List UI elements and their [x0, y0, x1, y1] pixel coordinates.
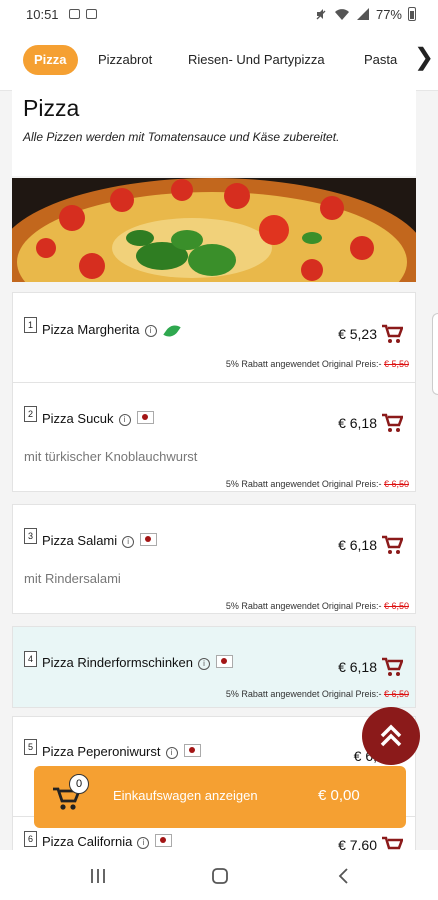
item-price: € 7,60 [338, 837, 377, 850]
item-name: Pizza California [42, 834, 133, 849]
menu-item-card[interactable]: 3 Pizza Salami i mit Rindersalami € 6,18 … [12, 504, 416, 614]
add-to-cart-icon[interactable] [381, 835, 403, 850]
view-cart-label: Einkaufswagen anzeigen [113, 788, 258, 803]
tab-pizzabrot[interactable]: Pizzabrot [98, 45, 152, 75]
item-name: Pizza Margherita [42, 322, 140, 337]
discount-note: 5% Rabatt angewendet Original Preis:- € … [226, 359, 409, 369]
status-right: 77% [314, 0, 416, 28]
info-icon[interactable]: i [198, 657, 211, 670]
category-image [12, 178, 416, 282]
item-title: Pizza Rinderformschinken i [42, 655, 234, 670]
flag-icon [216, 655, 234, 668]
notification-icons [68, 9, 97, 19]
item-name: Pizza Salami [42, 533, 118, 548]
status-bar: 10:51 77% [0, 0, 438, 28]
add-to-cart-icon[interactable] [381, 534, 403, 556]
menu-item-card[interactable]: 2 Pizza Sucuk i mit türkischer Knoblauchw… [12, 382, 416, 492]
item-title: Pizza Sucuk i [42, 411, 154, 426]
item-number: 3 [24, 528, 37, 544]
original-price: € 5,50 [383, 359, 409, 369]
tab-riesen-und-partypizza[interactable]: Riesen- Und Partypizza [188, 45, 325, 75]
item-title: Pizza Salami i [42, 533, 158, 548]
category-header: Pizza Alle Pizzen werden mit Tomatensauc… [12, 90, 416, 176]
info-icon[interactable]: i [165, 746, 178, 759]
item-title: Pizza Peperoniwurst i [42, 744, 201, 759]
battery-percent: 77% [375, 6, 402, 22]
flag-icon [155, 834, 173, 847]
chevron-right-icon[interactable]: ❯ [414, 42, 438, 76]
wifi-icon [334, 9, 349, 20]
discount-note: 5% Rabatt angewendet Original Preis:- € … [226, 479, 409, 489]
menu-item-card-selected[interactable]: 4 Pizza Rinderformschinken i € 6,18 5% Ra… [12, 626, 416, 708]
gallery-icon [68, 9, 80, 19]
info-icon[interactable]: i [137, 836, 150, 849]
info-icon[interactable]: i [118, 413, 131, 426]
cart-count-badge: 0 [69, 774, 89, 794]
item-description: mit türkischer Knoblauchwurst [24, 449, 198, 464]
youtube-icon [85, 9, 97, 19]
original-price: € 6,50 [383, 479, 409, 489]
battery-icon [408, 7, 416, 21]
system-navigation-bar [0, 850, 438, 900]
flag-icon [183, 744, 201, 757]
discount-note: 5% Rabatt angewendet Original Preis:- € … [226, 601, 409, 611]
info-icon[interactable]: i [122, 535, 135, 548]
mute-icon [316, 9, 326, 20]
tab-pizza[interactable]: Pizza [23, 45, 78, 75]
discount-text: 5% Rabatt angewendet Original Preis:- [225, 479, 382, 489]
item-number: 4 [24, 651, 37, 667]
status-time: 10:51 [26, 6, 59, 22]
item-number: 6 [24, 831, 37, 847]
original-price: € 6,50 [383, 689, 409, 699]
item-title: Pizza California i [42, 834, 173, 849]
info-icon[interactable]: i [144, 324, 157, 337]
item-price: € 6,18 [338, 659, 377, 675]
view-cart-button[interactable]: 0 Einkaufswagen anzeigen € 0,00 [34, 766, 406, 828]
item-description: mit Rindersalami [24, 571, 121, 586]
item-title: Pizza Margherita i [42, 321, 181, 340]
item-number: 2 [24, 406, 37, 422]
discount-note: 5% Rabatt angewendet Original Preis:- € … [226, 689, 409, 699]
add-to-cart-icon[interactable] [381, 412, 403, 434]
item-price: € 6,18 [338, 537, 377, 553]
flag-icon [140, 533, 158, 546]
original-price: € 6,50 [383, 601, 409, 611]
discount-text: 5% Rabatt angewendet Original Preis:- [225, 689, 382, 699]
side-drawer-handle[interactable] [432, 313, 438, 395]
vegetarian-leaf-icon [162, 321, 181, 340]
category-title: Pizza [23, 95, 80, 121]
item-number: 1 [24, 317, 37, 333]
item-name: Pizza Sucuk [42, 411, 114, 426]
item-price: € 5,23 [338, 326, 377, 342]
item-name: Pizza Peperoniwurst [42, 744, 161, 759]
menu-list: Pizza Alle Pizzen werden mit Tomatensauc… [12, 90, 416, 850]
category-tabs: Pizza Pizzabrot Riesen- Und Partypizza P… [0, 28, 438, 91]
add-to-cart-icon[interactable] [381, 323, 403, 345]
discount-text: 5% Rabatt angewendet Original Preis:- [225, 601, 382, 611]
item-number: 5 [24, 739, 37, 755]
discount-text: 5% Rabatt angewendet Original Preis:- [225, 359, 382, 369]
double-chevron-up-icon [380, 724, 402, 747]
home-icon[interactable] [211, 867, 229, 885]
item-price: € 6,18 [338, 415, 377, 431]
category-description: Alle Pizzen werden mit Tomatensauce und … [23, 130, 340, 144]
tab-pasta[interactable]: Pasta [364, 45, 397, 75]
flag-icon [136, 411, 154, 424]
back-icon[interactable] [336, 867, 350, 885]
scroll-to-top-button[interactable] [362, 707, 420, 765]
cart-total: € 0,00 [318, 787, 360, 804]
add-to-cart-icon[interactable] [381, 656, 403, 678]
signal-icon [356, 8, 369, 20]
item-name: Pizza Rinderformschinken [42, 655, 194, 670]
recent-apps-icon[interactable] [89, 868, 107, 884]
